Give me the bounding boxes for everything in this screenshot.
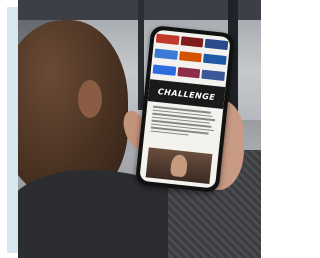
sponsor-logo [201, 69, 226, 81]
sponsor-logo [204, 38, 229, 51]
photo: CHALLENGE [18, 0, 261, 258]
article-text [150, 105, 217, 141]
sponsor-logo [152, 64, 177, 76]
sponsor-logo [155, 33, 180, 45]
phone-screen: CHALLENGE [139, 29, 231, 189]
banner-title: CHALLENGE [157, 86, 216, 102]
image-frame: CHALLENGE [0, 0, 261, 258]
sponsor-logo [178, 51, 203, 63]
video-person [169, 153, 189, 178]
sponsor-logo [154, 48, 178, 61]
smartphone: CHALLENGE [134, 25, 236, 193]
video-thumbnail [145, 147, 213, 184]
sponsor-logo [203, 54, 227, 66]
background-pillar [138, 0, 144, 110]
sponsor-logo [180, 36, 204, 48]
sponsor-logo-grid [152, 33, 229, 85]
sponsor-logo [177, 66, 201, 79]
person-ear [78, 80, 102, 118]
